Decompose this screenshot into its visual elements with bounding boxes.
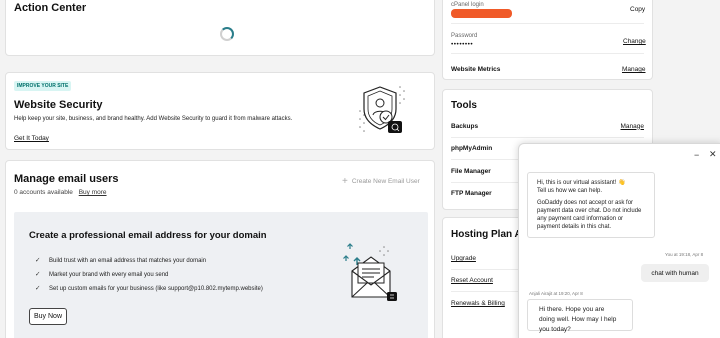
agent-message-meta: Anjali Airajit at 19:20, Apr 8 <box>529 291 583 296</box>
create-email-user-label: Create New Email User <box>351 178 420 185</box>
minimize-chat-icon[interactable]: − <box>694 150 699 160</box>
backups-manage-link[interactable]: Manage <box>621 123 645 130</box>
email-envelope-icon <box>343 243 397 301</box>
website-security-card: IMPROVE YOUR SITE Website Security Help … <box>5 72 435 150</box>
website-security-title: Website Security <box>14 99 103 111</box>
improve-badge: IMPROVE YOUR SITE <box>14 81 72 91</box>
bot-message-line: Hi, this is our virtual assistant! 👋 <box>537 180 626 186</box>
upgrade-link[interactable]: Upgrade <box>451 255 476 262</box>
website-security-description: Help keep your site, business, and brand… <box>14 116 293 122</box>
user-message-bubble: chat with human <box>641 264 709 282</box>
password-value: •••••••• <box>451 41 474 48</box>
get-it-today-link[interactable]: Get It Today <box>14 135 49 142</box>
action-center-card: Action Center <box>5 0 435 56</box>
divider <box>451 23 644 24</box>
email-promo-title: Create a professional email address for … <box>29 230 267 241</box>
renewals-billing-link[interactable]: Renewals & Billing <box>451 300 505 307</box>
tool-label: File Manager <box>451 167 491 175</box>
buy-more-link[interactable]: Buy more <box>79 189 107 196</box>
cpanel-username-redaction <box>451 9 512 18</box>
action-center-title: Action Center <box>14 2 87 14</box>
bot-message-line: Tell us how we can help. <box>537 188 603 195</box>
divider <box>451 53 644 54</box>
account-info-card: cPanel login Copy Password •••••••• Chan… <box>442 0 653 80</box>
email-users-title: Manage email users <box>14 173 119 185</box>
check-icon: ✓ <box>35 271 41 278</box>
bot-message-bubble: Hi, this is our virtual assistant! 👋 Tel… <box>527 172 655 238</box>
tool-label: phpMyAdmin <box>451 144 493 152</box>
promo-bullet: ✓ Set up custom emails for your business … <box>35 285 263 292</box>
promo-bullet: ✓ Market your brand with every email you … <box>35 271 169 278</box>
accounts-count: 0 accounts available <box>14 189 73 196</box>
bot-message-line: GoDaddy does not accept or ask for payme… <box>537 200 642 231</box>
cpanel-login-label: cPanel login <box>451 2 484 8</box>
website-metrics-manage-link[interactable]: Manage <box>622 66 646 73</box>
security-shield-icon <box>359 86 405 133</box>
create-email-user-button[interactable]: + Create New Email User <box>342 176 420 187</box>
password-label: Password <box>451 33 478 39</box>
tool-label: FTP Manager <box>451 190 492 197</box>
check-icon: ✓ <box>35 257 41 264</box>
accounts-available-text: 0 accounts available Buy more <box>14 189 107 196</box>
buy-now-button[interactable]: Buy Now <box>29 308 67 325</box>
tools-title: Tools <box>451 100 477 111</box>
plus-icon: + <box>342 176 348 187</box>
check-icon: ✓ <box>35 285 41 292</box>
tool-row-backups[interactable]: Backups Manage <box>451 115 644 138</box>
loading-spinner <box>220 27 234 41</box>
user-message-meta: You at 19:18, Apr 8 <box>665 252 704 257</box>
promo-bullet: ✓ Build trust with an email address that … <box>35 257 207 264</box>
reset-account-link[interactable]: Reset Account <box>451 277 493 284</box>
website-metrics-label: Website Metrics <box>451 66 501 73</box>
change-password-link[interactable]: Change <box>623 38 646 45</box>
agent-message-bubble: Hi there. Hope you are doing well. How m… <box>527 299 633 333</box>
close-chat-icon[interactable]: ✕ <box>709 149 717 160</box>
hosting-plan-title: Hosting Plan Ac <box>451 229 528 240</box>
copy-button[interactable]: Copy <box>630 6 645 13</box>
email-users-card: Manage email users 0 accounts available … <box>5 160 435 338</box>
tool-label: Backups <box>451 122 479 130</box>
chat-widget: − ✕ Hi, this is our virtual assistant! 👋… <box>518 143 720 338</box>
